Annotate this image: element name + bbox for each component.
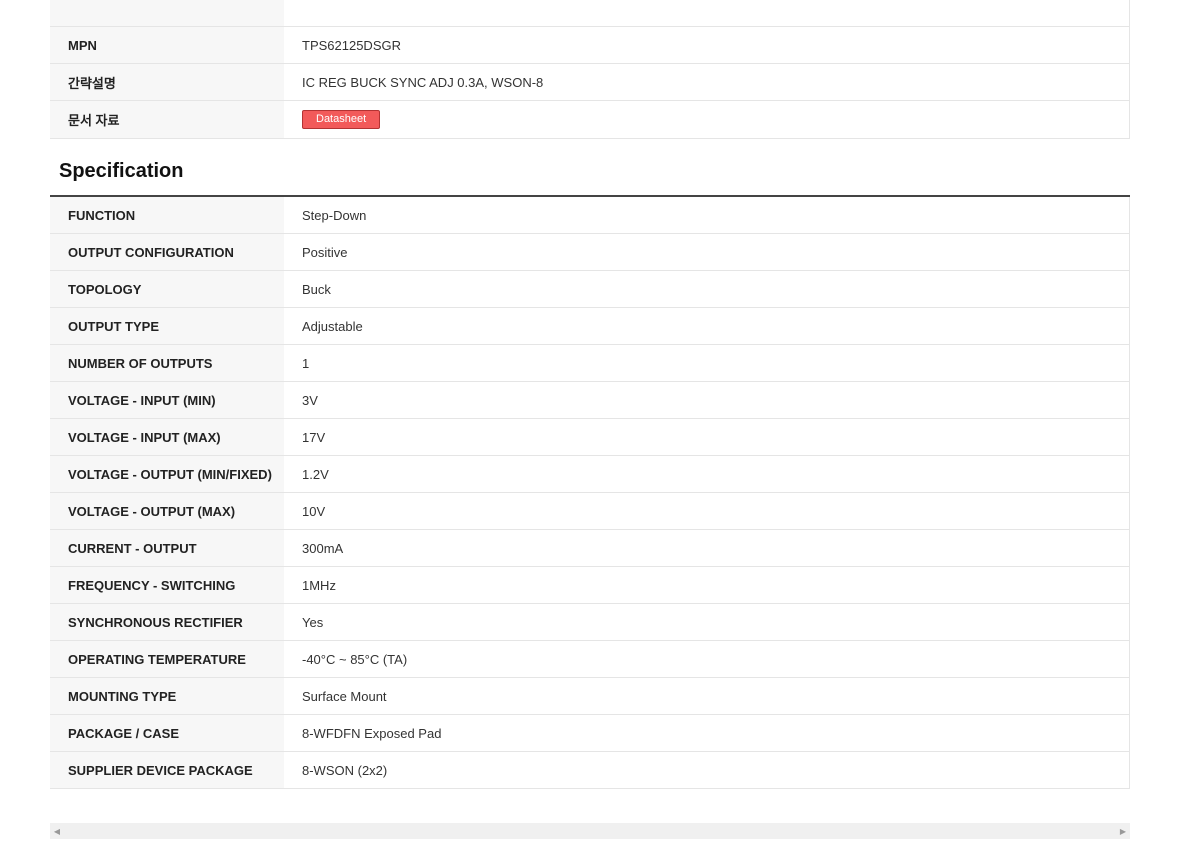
table-row: VOLTAGE - OUTPUT (MIN/FIXED) 1.2V (50, 455, 1130, 493)
row-label: OUTPUT TYPE (50, 307, 284, 345)
row-label: SYNCHRONOUS RECTIFIER (50, 603, 284, 641)
row-value: 300mA (284, 529, 1130, 567)
table-row: SUPPLIER DEVICE PACKAGE 8-WSON (2x2) (50, 751, 1130, 789)
row-label: VOLTAGE - INPUT (MIN) (50, 381, 284, 419)
table-row: NUMBER OF OUTPUTS 1 (50, 344, 1130, 382)
row-value: 3V (284, 381, 1130, 419)
row-label: 문서 자료 (50, 100, 284, 139)
row-value: Adjustable (284, 307, 1130, 345)
product-info-section: MPN TPS62125DSGR 간략설명 IC REG BUCK SYNC A… (50, 0, 1130, 139)
row-value: IC REG BUCK SYNC ADJ 0.3A, WSON-8 (284, 63, 1130, 101)
row-label: NUMBER OF OUTPUTS (50, 344, 284, 382)
row-value: 10V (284, 492, 1130, 530)
row-value: 1 (284, 344, 1130, 382)
row-label: CURRENT - OUTPUT (50, 529, 284, 567)
row-label: SUPPLIER DEVICE PACKAGE (50, 751, 284, 789)
table-row: FREQUENCY - SWITCHING 1MHz (50, 566, 1130, 604)
row-value: 17V (284, 418, 1130, 456)
row-value: Surface Mount (284, 677, 1130, 715)
row-label: TOPOLOGY (50, 270, 284, 308)
row-label: VOLTAGE - INPUT (MAX) (50, 418, 284, 456)
table-row: VOLTAGE - INPUT (MIN) 3V (50, 381, 1130, 419)
row-label: 간략설명 (50, 63, 284, 101)
product-detail-page: MPN TPS62125DSGR 간략설명 IC REG BUCK SYNC A… (0, 0, 1177, 841)
row-label: MPN (50, 27, 284, 64)
horizontal-scrollbar[interactable]: ◀ ▶ (50, 823, 1130, 839)
table-row: PACKAGE / CASE 8-WFDFN Exposed Pad (50, 714, 1130, 752)
table-row: OPERATING TEMPERATURE -40°C ~ 85°C (TA) (50, 640, 1130, 678)
scroll-left-icon[interactable]: ◀ (50, 823, 64, 839)
row-value: Datasheet (284, 100, 1130, 139)
table-row: 간략설명 IC REG BUCK SYNC ADJ 0.3A, WSON-8 (50, 63, 1130, 101)
table-row: CURRENT - OUTPUT 300mA (50, 529, 1130, 567)
row-label: FUNCTION (50, 197, 284, 234)
table-row: SYNCHRONOUS RECTIFIER Yes (50, 603, 1130, 641)
specification-table: FUNCTION Step-Down OUTPUT CONFIGURATION Po… (50, 197, 1130, 789)
table-row: OUTPUT TYPE Adjustable (50, 307, 1130, 345)
table-row: TOPOLOGY Buck (50, 270, 1130, 308)
table-row: OUTPUT CONFIGURATION Positive (50, 233, 1130, 271)
specification-title: Specification (59, 160, 184, 182)
row-value: Buck (284, 270, 1130, 308)
table-row: FUNCTION Step-Down (50, 197, 1130, 234)
row-value: -40°C ~ 85°C (TA) (284, 640, 1130, 678)
row-label: OPERATING TEMPERATURE (50, 640, 284, 678)
info-table-top-stub (50, 0, 1130, 27)
row-value: 8-WFDFN Exposed Pad (284, 714, 1130, 752)
table-row: VOLTAGE - OUTPUT (MAX) 10V (50, 492, 1130, 530)
row-value: 1.2V (284, 455, 1130, 493)
specification-section: FUNCTION Step-Down OUTPUT CONFIGURATION Po… (50, 197, 1130, 789)
row-label: PACKAGE / CASE (50, 714, 284, 752)
row-label: VOLTAGE - OUTPUT (MIN/FIXED) (50, 455, 284, 493)
table-row: VOLTAGE - INPUT (MAX) 17V (50, 418, 1130, 456)
row-label: MOUNTING TYPE (50, 677, 284, 715)
table-row: MPN TPS62125DSGR (50, 27, 1130, 64)
table-row: 문서 자료 Datasheet (50, 100, 1130, 139)
row-value: Yes (284, 603, 1130, 641)
row-value: Positive (284, 233, 1130, 271)
scroll-right-icon[interactable]: ▶ (1116, 823, 1130, 839)
row-value: TPS62125DSGR (284, 27, 1130, 64)
row-value: 8-WSON (2x2) (284, 751, 1130, 789)
product-info-table: MPN TPS62125DSGR 간략설명 IC REG BUCK SYNC A… (50, 27, 1130, 139)
row-value: Step-Down (284, 197, 1130, 234)
row-label: FREQUENCY - SWITCHING (50, 566, 284, 604)
datasheet-button[interactable]: Datasheet (302, 110, 381, 129)
row-label: VOLTAGE - OUTPUT (MAX) (50, 492, 284, 530)
row-label: OUTPUT CONFIGURATION (50, 233, 284, 271)
row-value: 1MHz (284, 566, 1130, 604)
table-row: MOUNTING TYPE Surface Mount (50, 677, 1130, 715)
